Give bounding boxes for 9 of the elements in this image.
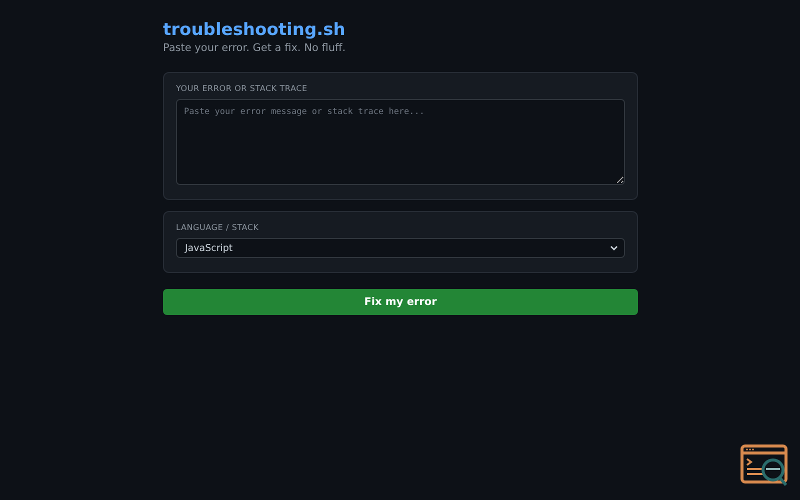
site-title: troubleshooting.sh xyxy=(163,19,346,41)
chevron-down-icon xyxy=(610,245,618,251)
tagline: Paste your error. Get a fix. No fluff. xyxy=(163,41,346,55)
field-label: YOUR ERROR OR STACK TRACE xyxy=(176,84,308,93)
language-select[interactable]: JavaScript xyxy=(176,238,625,258)
terminal-search-icon[interactable] xyxy=(740,443,790,489)
field-label: LANGUAGE / STACK xyxy=(176,223,259,232)
fix-error-button[interactable]: Fix my error xyxy=(163,289,638,315)
error-input-field[interactable]: Paste your error message or stack trace here... xyxy=(176,99,625,185)
